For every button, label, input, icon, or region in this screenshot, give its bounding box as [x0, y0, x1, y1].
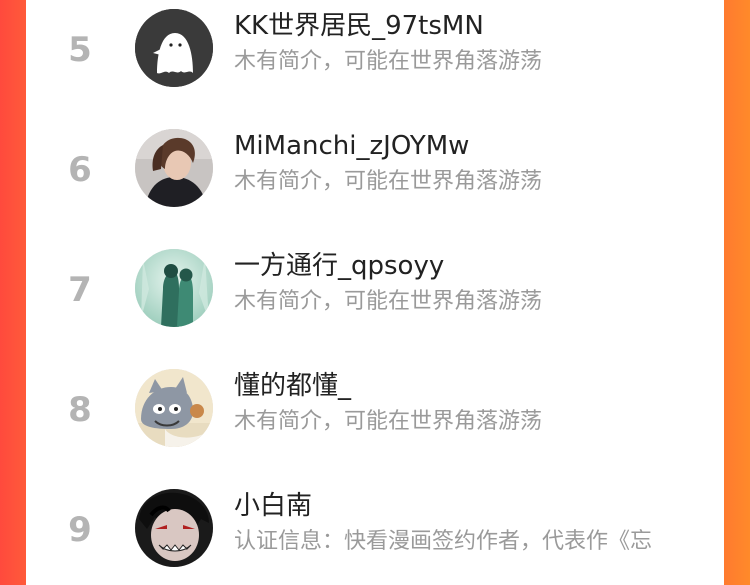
cartoon-cat-avatar-icon[interactable] [135, 369, 213, 447]
ranking-list: 5 KK世界居民_97tsMN 木有简介，可能在世界角落游荡 6 MiManch… [26, 0, 724, 585]
user-bio: 木有简介，可能在世界角落游荡 [234, 289, 543, 314]
user-name[interactable]: KK世界居民_97tsMN [234, 10, 484, 42]
user-bio: 木有简介，可能在世界角落游荡 [234, 409, 543, 434]
anime-boy-avatar-icon[interactable] [135, 129, 213, 207]
rank-number: 5 [68, 30, 92, 70]
user-bio: 木有简介，可能在世界角落游荡 [234, 169, 543, 194]
user-name[interactable]: 懂的都懂_ [234, 370, 351, 402]
list-item[interactable]: 8 懂的都懂_ 木有简介，可能在世界角落游荡 [26, 360, 724, 460]
ghost-avatar-icon[interactable] [135, 9, 213, 87]
dark-character-avatar-icon[interactable] [135, 489, 213, 567]
user-name[interactable]: 小白南 [234, 490, 312, 522]
rank-number: 7 [68, 270, 92, 310]
user-bio: 认证信息：快看漫画签约作者，代表作《忘 [234, 529, 653, 554]
list-item[interactable]: 9 小白南 认证信息：快看漫画签约作者，代表作《忘 [26, 480, 724, 580]
rank-number: 6 [68, 150, 92, 190]
rank-number: 9 [68, 510, 92, 550]
user-bio: 木有简介，可能在世界角落游荡 [234, 49, 543, 74]
list-item[interactable]: 5 KK世界居民_97tsMN 木有简介，可能在世界角落游荡 [26, 0, 724, 100]
user-name[interactable]: MiManchi_zJOYMw [234, 130, 469, 162]
couple-avatar-icon[interactable] [135, 249, 213, 327]
user-name[interactable]: 一方通行_qpsoyy [234, 250, 444, 282]
list-item[interactable]: 7 一方通行_qpsoyy 木有简介，可能在世界角落游荡 [26, 240, 724, 340]
rank-number: 8 [68, 390, 92, 430]
list-item[interactable]: 6 MiManchi_zJOYMw 木有简介，可能在世界角落游荡 [26, 120, 724, 220]
